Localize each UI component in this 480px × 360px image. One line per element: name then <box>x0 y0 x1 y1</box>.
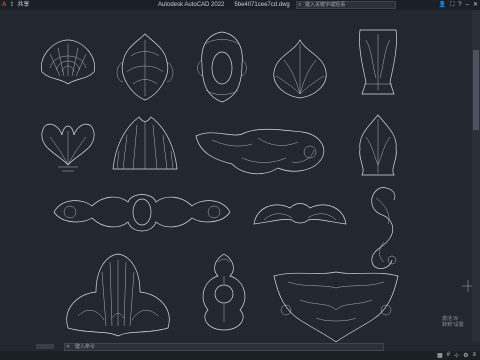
title-bar: A ⇪ 共享 Autodesk AutoCAD 2022 5be4071cee7… <box>0 0 480 10</box>
model-space-icon[interactable]: ▦ <box>437 352 443 359</box>
help-icon[interactable]: ? <box>458 0 461 10</box>
scrollbar-thumb[interactable] <box>473 50 479 130</box>
crosshair-icon <box>462 280 472 292</box>
window-title: Autodesk AutoCAD 2022 5be4071cee7cd.dwg <box>158 0 290 10</box>
settings-icon[interactable]: ⚙ <box>463 352 468 359</box>
command-close-icon[interactable]: ✕ <box>66 344 70 350</box>
ornament-shell <box>41 39 95 85</box>
title-bar-left: A ⇪ 共享 <box>2 0 29 10</box>
user-icon[interactable]: 👤 <box>439 0 446 10</box>
search-placeholder: 键入关键字或短语 <box>305 2 346 8</box>
ornament-wing-scroll <box>253 203 347 225</box>
drawing-canvas[interactable] <box>0 10 472 342</box>
share-button[interactable]: 共享 <box>17 0 29 10</box>
ornament-medallion <box>202 253 246 331</box>
snap-icon[interactable]: ⊹ <box>454 352 459 359</box>
menu-icon[interactable]: ≡ <box>472 352 476 359</box>
ornament-oval-frame <box>197 31 247 103</box>
ornament-acanthus-panel <box>359 29 397 95</box>
command-placeholder: 键入命令 <box>75 344 96 350</box>
ornament-frieze <box>53 194 231 232</box>
ornament-palmette <box>41 123 95 172</box>
windows-activation-notice: 激活 W 转到"设置 <box>442 316 464 328</box>
ornament-leaf-fan <box>273 39 327 99</box>
layout-tab-indicator <box>36 344 54 349</box>
search-icon: ⌕ <box>298 2 302 8</box>
ornament-acanthus-fan <box>112 116 178 170</box>
help-search-input[interactable]: ⌕ 键入关键字或短语 <box>296 1 396 9</box>
vertical-scrollbar[interactable] <box>472 10 480 342</box>
status-bar-tools: ▦ # ⊹ ⚙ ≡ <box>437 352 476 359</box>
status-bar: ▦ # ⊹ ⚙ ≡ <box>0 351 480 360</box>
file-name: 5be4071cee7cd.dwg <box>234 2 290 8</box>
share-icon[interactable]: ⇪ <box>9 0 14 10</box>
command-line-input[interactable]: ✕ 键入命令 <box>64 343 384 351</box>
ornament-shell-cartouche <box>66 253 170 337</box>
minimize-icon[interactable]: – <box>466 0 469 10</box>
ornament-s-scroll <box>371 187 397 269</box>
title-bar-right: 👤 ⛶ ? – ✕ <box>439 0 478 10</box>
activation-line-2: 转到"设置 <box>442 322 464 328</box>
app-menu-icon[interactable]: A <box>2 0 6 10</box>
grid-icon[interactable]: # <box>447 352 450 359</box>
cart-icon[interactable]: ⛶ <box>450 0 454 10</box>
ornament-acanthus-cartouche <box>116 33 174 101</box>
close-icon[interactable]: ✕ <box>473 0 478 10</box>
ornament-horizontal-scroll <box>195 128 325 175</box>
ornament-baroque-cartouche <box>273 271 399 342</box>
ornament-acanthus-leaf <box>359 114 397 176</box>
app-title: Autodesk AutoCAD 2022 <box>158 2 225 8</box>
